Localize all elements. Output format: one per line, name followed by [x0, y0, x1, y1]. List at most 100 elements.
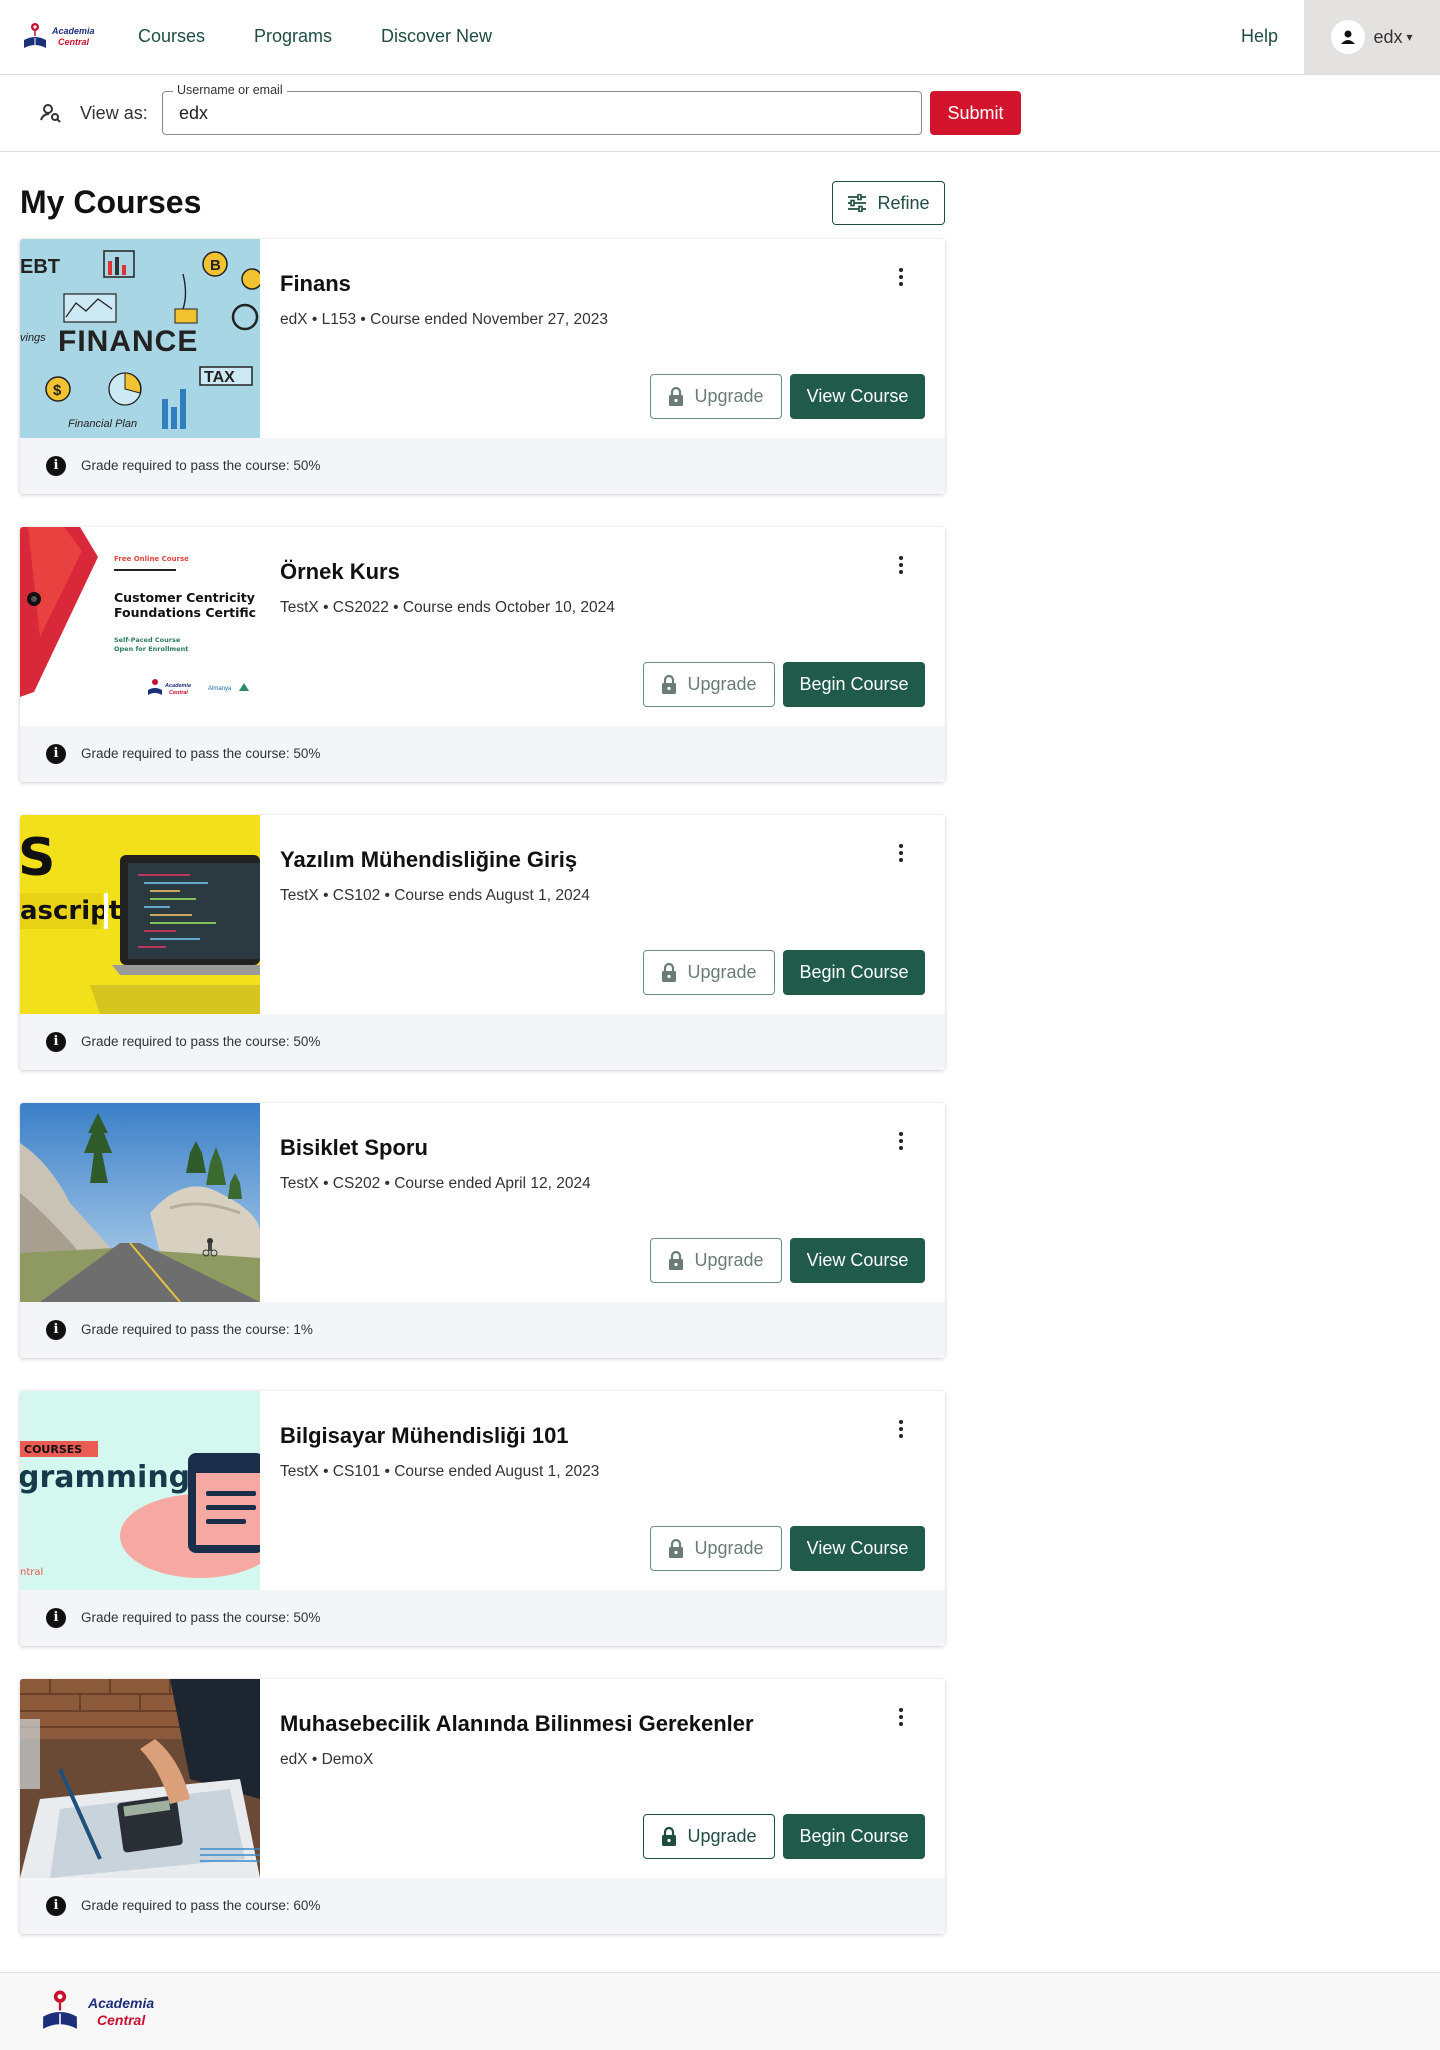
course-card: EBT B vings FINANCE $ TAX Financial Plan…: [20, 239, 945, 494]
more-options-icon[interactable]: [890, 265, 912, 289]
username-input[interactable]: [179, 103, 879, 124]
username-field[interactable]: Username or email: [162, 83, 922, 135]
begin-course-button[interactable]: Begin Course: [783, 1814, 925, 1859]
brand-logo[interactable]: Academia Central: [22, 18, 98, 56]
img-text-tag: Free Online Course: [114, 555, 189, 563]
grade-requirement: Grade required to pass the course: 50%: [81, 1034, 321, 1049]
course-card-footer: i Grade required to pass the course: 50%: [20, 1014, 945, 1070]
grade-requirement: Grade required to pass the course: 60%: [81, 1898, 321, 1913]
grade-requirement: Grade required to pass the course: 50%: [81, 1610, 321, 1625]
course-title[interactable]: Finans: [280, 271, 351, 297]
img-text-tax: TAX: [204, 369, 235, 386]
view-course-button[interactable]: View Course: [790, 374, 925, 419]
upgrade-button[interactable]: Upgrade: [650, 1238, 782, 1283]
user-search-icon: [40, 104, 61, 123]
lock-icon: [669, 1538, 684, 1558]
course-image-cycling[interactable]: [20, 1103, 260, 1302]
upgrade-button[interactable]: Upgrade: [643, 1814, 775, 1859]
course-image-javascript[interactable]: S ascript: [20, 815, 260, 1014]
course-image-accounting[interactable]: [20, 1679, 260, 1878]
course-title[interactable]: Bilgisayar Mühendisliği 101: [280, 1423, 569, 1449]
img-text-finance: FINANCE: [58, 325, 198, 358]
course-title[interactable]: Yazılım Mühendisliğine Giriş: [280, 847, 577, 873]
course-meta: TestX • CS202 • Course ended April 12, 2…: [280, 1175, 591, 1192]
upgrade-button[interactable]: Upgrade: [643, 662, 775, 707]
logo-icon: [24, 23, 46, 48]
course-card-footer: i Grade required to pass the course: 50%: [20, 1590, 945, 1646]
avatar: [1331, 20, 1366, 54]
footer-brand-line1: Academia: [88, 1995, 155, 2011]
user-menu-button[interactable]: edx ▾: [1304, 0, 1440, 74]
brand-line1: Academia: [52, 26, 95, 36]
upgrade-label: Upgrade: [687, 1826, 757, 1846]
more-options-icon[interactable]: [890, 1417, 912, 1441]
course-card: Free Online Course Customer Centricity F…: [20, 527, 945, 782]
submit-button[interactable]: Submit: [930, 91, 1021, 135]
grade-requirement: Grade required to pass the course: 1%: [81, 1322, 313, 1337]
course-title[interactable]: Bisiklet Sporu: [280, 1135, 428, 1161]
nav-programs[interactable]: Programs: [254, 26, 332, 47]
img-text-heading1: Customer Centricity: [114, 590, 255, 605]
img-text-plan: Financial Plan: [68, 418, 137, 430]
footer-brand-line2: Central: [97, 2012, 146, 2028]
more-options-icon[interactable]: [890, 1129, 912, 1153]
upgrade-label: Upgrade: [694, 1250, 764, 1270]
course-meta: edX • DemoX: [280, 1751, 374, 1768]
upgrade-label: Upgrade: [694, 386, 764, 406]
top-nav: Academia Central Courses Programs Discove…: [0, 0, 1440, 75]
course-card-footer: i Grade required to pass the course: 1%: [20, 1302, 945, 1358]
course-title[interactable]: Muhasebecilik Alanında Bilinmesi Gereken…: [280, 1711, 754, 1737]
upgrade-label: Upgrade: [687, 674, 757, 694]
logo-icon: [43, 1990, 77, 2029]
refine-button[interactable]: Refine: [832, 181, 945, 225]
img-text-word: gramming: [20, 1460, 190, 1495]
info-icon: i: [46, 1320, 66, 1340]
course-meta: TestX • CS2022 • Course ends October 10,…: [280, 599, 615, 616]
upgrade-label: Upgrade: [694, 1538, 764, 1558]
course-title[interactable]: Örnek Kurs: [280, 559, 400, 585]
lock-icon: [662, 962, 677, 982]
img-logo-line2: Central: [169, 690, 188, 696]
nav-discover-new[interactable]: Discover New: [381, 26, 492, 47]
more-options-icon[interactable]: [890, 1705, 912, 1729]
info-icon: i: [46, 1032, 66, 1052]
view-course-button[interactable]: View Course: [790, 1238, 925, 1283]
lock-icon: [669, 386, 684, 406]
img-text-vings: vings: [20, 332, 46, 344]
more-options-icon[interactable]: [890, 841, 912, 865]
img-text-sub1: Self-Paced Course: [114, 636, 181, 644]
course-image-customer-centricity[interactable]: Free Online Course Customer Centricity F…: [20, 527, 260, 726]
course-card: COURSES gramming ntral Bilgisayar Mühend…: [20, 1391, 945, 1646]
page-title: My Courses: [20, 184, 202, 220]
begin-course-button[interactable]: Begin Course: [783, 662, 925, 707]
brand-line2: Central: [58, 37, 90, 47]
svg-text:$: $: [53, 382, 62, 399]
lock-icon: [662, 1826, 677, 1846]
username-label: edx: [1373, 26, 1403, 47]
nav-help[interactable]: Help: [1241, 26, 1278, 47]
begin-course-button[interactable]: Begin Course: [783, 950, 925, 995]
upgrade-button[interactable]: Upgrade: [650, 374, 782, 419]
img-text-ebt: EBT: [20, 256, 60, 278]
view-course-button[interactable]: View Course: [790, 1526, 925, 1571]
course-card: S ascript Yazılım Mühendisliğine Giriş T…: [20, 815, 945, 1070]
upgrade-label: Upgrade: [687, 962, 757, 982]
upgrade-button[interactable]: Upgrade: [650, 1526, 782, 1571]
img-text-tag: COURSES: [24, 1443, 82, 1456]
course-image-finance[interactable]: EBT B vings FINANCE $ TAX Financial Plan: [20, 239, 260, 438]
course-card-footer: i Grade required to pass the course: 60%: [20, 1878, 945, 1934]
info-icon: i: [46, 1608, 66, 1628]
img-text-logo2: Almanya: [208, 686, 232, 692]
more-options-icon[interactable]: [890, 553, 912, 577]
course-image-programming[interactable]: COURSES gramming ntral: [20, 1391, 260, 1590]
chevron-down-icon: ▾: [1406, 30, 1413, 44]
svg-text:B: B: [210, 257, 221, 274]
info-icon: i: [46, 744, 66, 764]
upgrade-button[interactable]: Upgrade: [643, 950, 775, 995]
footer-logo[interactable]: Academia Central: [38, 1989, 154, 2035]
info-icon: i: [46, 1896, 66, 1916]
course-card-footer: i Grade required to pass the course: 50%: [20, 438, 945, 494]
img-text-corner: ntral: [20, 1567, 43, 1578]
username-field-label: Username or email: [173, 83, 287, 97]
nav-courses[interactable]: Courses: [138, 26, 205, 47]
